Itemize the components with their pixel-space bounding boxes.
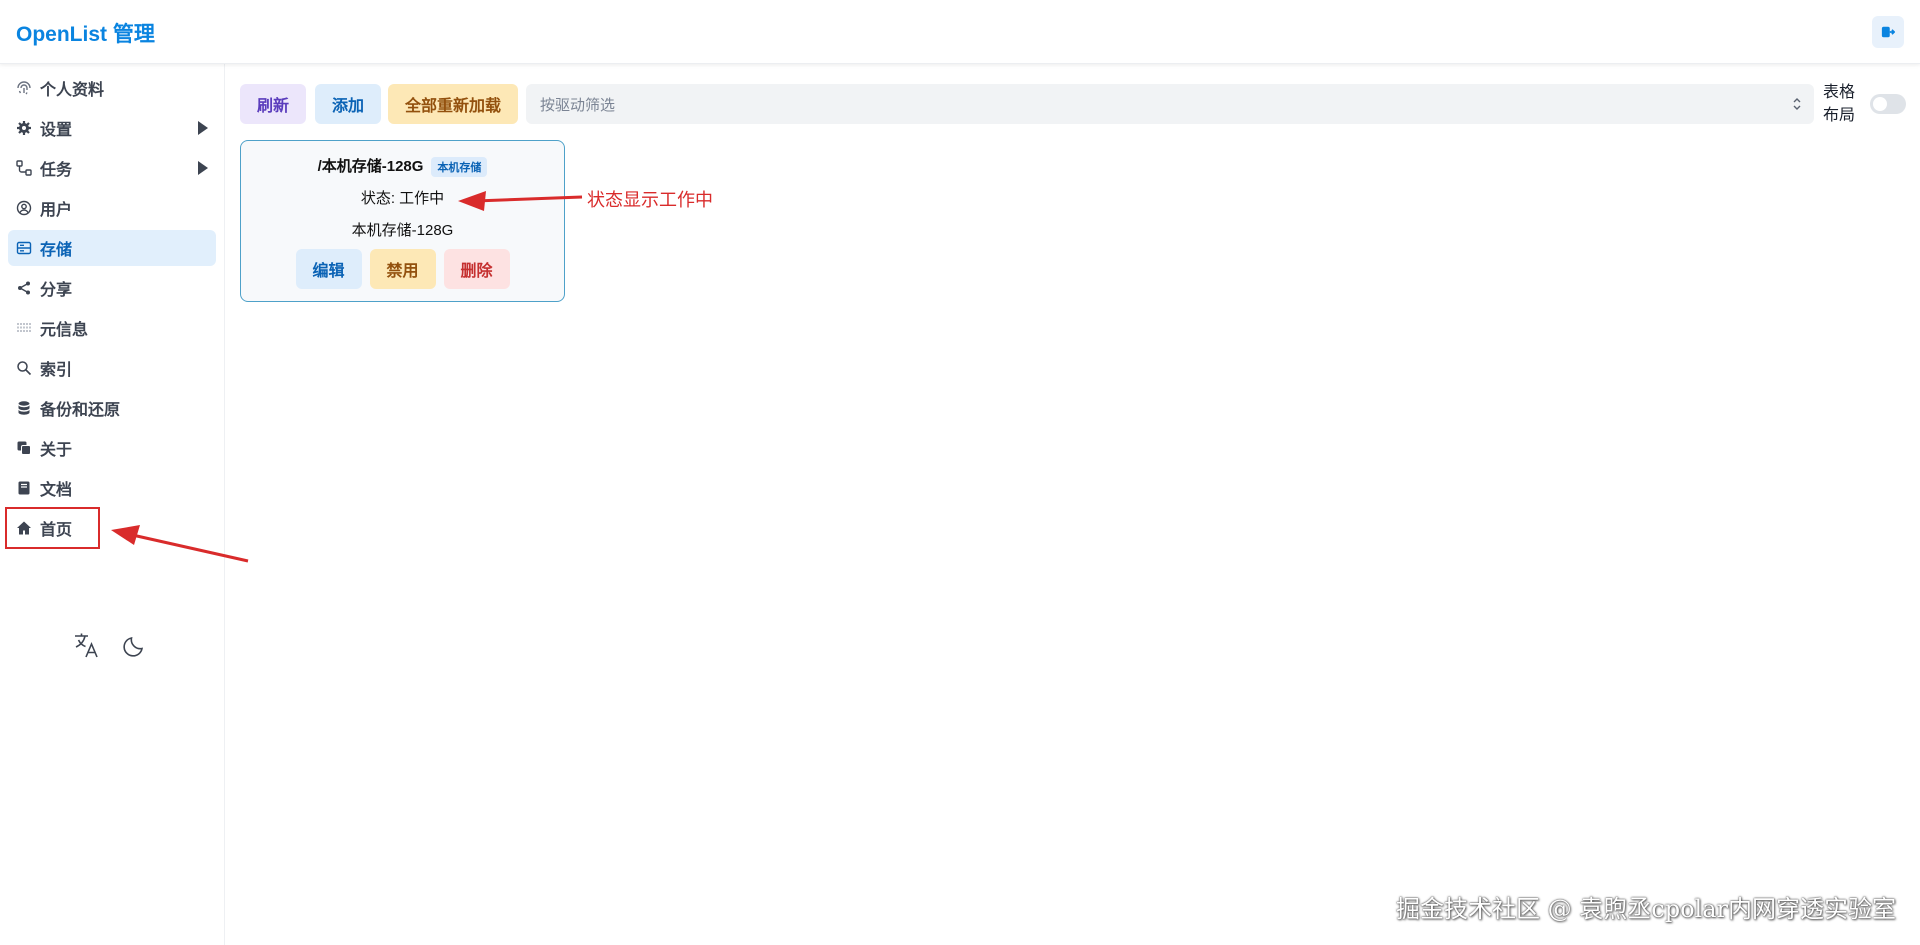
table-layout-toggle[interactable] <box>1870 94 1906 114</box>
table-layout-label: 表格 布局 <box>1823 84 1856 124</box>
refresh-button[interactable]: 刷新 <box>240 84 306 124</box>
sidebar-item-meta[interactable]: 元信息 <box>8 310 216 346</box>
logout-icon <box>1881 26 1895 38</box>
driver-tag: 本机存储 <box>431 157 488 178</box>
sidebar-item-label: 关于 <box>40 442 73 459</box>
sidebar-item-users[interactable]: 用户 <box>8 190 216 226</box>
sidebar-item-label: 设置 <box>40 122 73 139</box>
expand-arrow-icon[interactable] <box>198 121 208 135</box>
sidebar-item-label: 文档 <box>40 482 73 499</box>
app-header: OpenList 管理 <box>0 0 1920 64</box>
sidebar-item-label: 任务 <box>40 162 73 179</box>
storage-status: 状态: 工作中 <box>360 190 445 207</box>
chevron-updown-icon <box>1793 98 1801 110</box>
gear-icon <box>16 120 32 136</box>
sidebar-item-share[interactable]: 分享 <box>8 270 216 306</box>
sidebar-tools <box>72 630 150 660</box>
storage-icon <box>16 240 32 256</box>
annotation-highlight-box <box>5 507 100 549</box>
meta-icon <box>16 320 32 336</box>
sidebar: 个人资料 设置 任务 用户 存储 分享 元信息 索引 备份和还原 关于 文档 首… <box>0 64 225 945</box>
user-circle-icon <box>16 200 32 216</box>
sidebar-item-profile[interactable]: 个人资料 <box>8 70 216 106</box>
database-icon <box>16 400 32 416</box>
storage-mount-path: /本机存储-128G 本机存储 <box>241 155 564 178</box>
sidebar-item-docs[interactable]: 文档 <box>8 470 216 506</box>
sidebar-item-label: 用户 <box>40 202 73 219</box>
translate-icon[interactable] <box>72 630 102 660</box>
reload-all-button[interactable]: 全部重新加载 <box>388 84 518 124</box>
logout-button[interactable] <box>1872 16 1904 48</box>
sidebar-item-index[interactable]: 索引 <box>8 350 216 386</box>
workflow-icon <box>16 160 32 176</box>
book-icon <box>16 480 32 496</box>
share-icon <box>16 280 32 296</box>
sidebar-item-label: 存储 <box>40 242 73 259</box>
sidebar-item-about[interactable]: 关于 <box>8 430 216 466</box>
sidebar-item-label: 元信息 <box>40 322 89 339</box>
disable-button[interactable]: 禁用 <box>369 249 436 289</box>
sidebar-item-tasks[interactable]: 任务 <box>8 150 216 186</box>
sidebar-item-label: 分享 <box>40 282 73 299</box>
watermark: 掘金技术社区 @ 袁煦丞cpolar内网穿透实验室 <box>1396 895 1896 923</box>
sidebar-item-label: 个人资料 <box>40 82 105 99</box>
copy-icon <box>16 440 32 456</box>
add-button[interactable]: 添加 <box>315 84 381 124</box>
app-title[interactable]: OpenList 管理 <box>16 18 155 48</box>
expand-arrow-icon[interactable] <box>198 161 208 175</box>
storage-actions: 编辑 禁用 删除 <box>241 249 564 289</box>
driver-filter-select[interactable]: 按驱动筛选 <box>526 84 1814 124</box>
annotation-status-note: 状态显示工作中 <box>587 190 713 210</box>
storage-card: /本机存储-128G 本机存储 状态: 工作中 本机存储-128G 编辑 禁用 删… <box>240 140 565 302</box>
filter-placeholder: 按驱动筛选 <box>540 96 616 114</box>
edit-button[interactable]: 编辑 <box>295 249 362 289</box>
sidebar-item-label: 索引 <box>40 362 73 379</box>
moon-icon[interactable] <box>120 630 150 660</box>
sidebar-item-backup[interactable]: 备份和还原 <box>8 390 216 426</box>
delete-button[interactable]: 删除 <box>443 249 510 289</box>
sidebar-item-label: 备份和还原 <box>40 402 121 419</box>
storage-remark: 本机存储-128G <box>351 222 454 239</box>
fingerprint-icon <box>16 80 32 96</box>
search-icon <box>16 360 32 376</box>
sidebar-item-storage[interactable]: 存储 <box>8 230 216 266</box>
sidebar-item-settings[interactable]: 设置 <box>8 110 216 146</box>
